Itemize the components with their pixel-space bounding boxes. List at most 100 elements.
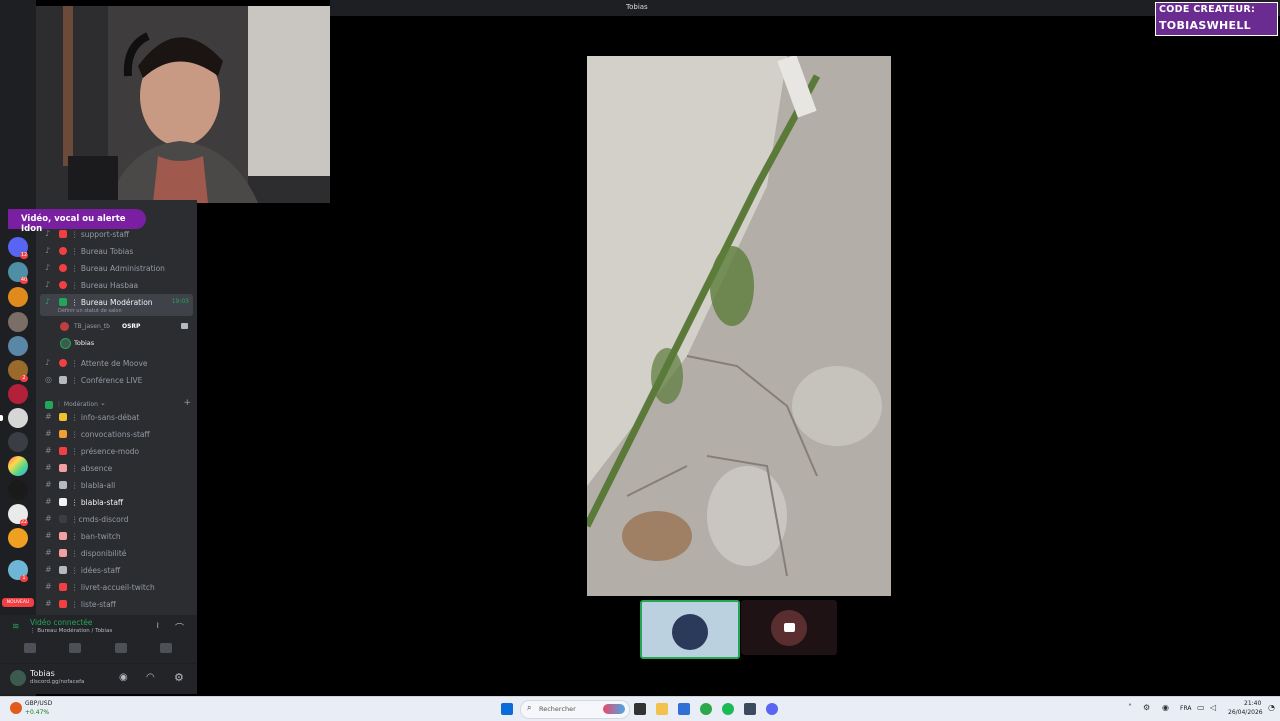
member-name: Tobias bbox=[74, 339, 95, 347]
store-icon[interactable] bbox=[678, 703, 690, 715]
activities-icon[interactable] bbox=[115, 643, 127, 653]
windows-start-icon[interactable] bbox=[501, 703, 513, 715]
soundboard-icon[interactable] bbox=[160, 643, 172, 653]
clock-time[interactable]: 21:40 bbox=[1244, 700, 1261, 707]
server-badge: 2 bbox=[20, 375, 28, 382]
microphone-icon[interactable]: ◉ bbox=[119, 672, 128, 683]
hash-icon: # bbox=[45, 531, 52, 540]
chevron-up-icon[interactable]: ˄ bbox=[1128, 703, 1132, 712]
microphone-icon[interactable]: ◉ bbox=[1162, 703, 1169, 712]
channel-item[interactable]: # ⋮ ban-twitch bbox=[36, 528, 197, 544]
server-badge: 22 bbox=[20, 519, 28, 526]
screen-share-icon[interactable] bbox=[69, 643, 81, 653]
language-indicator[interactable]: FRA bbox=[1180, 705, 1191, 712]
channel-item[interactable]: # ⋮ info-sans-débat bbox=[36, 409, 197, 425]
channel-item[interactable]: # ⋮ convocations-staff bbox=[36, 426, 197, 442]
channel-status-link[interactable]: Définir un statut de salon bbox=[58, 308, 122, 314]
hash-icon: # bbox=[45, 582, 52, 591]
channel-item[interactable]: # ⋮cmds-discord bbox=[36, 511, 197, 527]
channel-item[interactable]: # ⋮ présence-modo bbox=[36, 443, 197, 459]
user-status: discord.gg/nofacefa bbox=[30, 679, 85, 685]
hash-icon: # bbox=[45, 429, 52, 438]
avatar[interactable] bbox=[10, 670, 26, 686]
alert-banner-text: Vidéo, vocal ou alerte Idon bbox=[21, 214, 126, 234]
channel-item[interactable]: ♪ ⋮ Bureau Administration bbox=[36, 260, 197, 276]
channel-item[interactable]: ♪ ⋮ Attente de Moove bbox=[36, 355, 197, 371]
app-icon[interactable] bbox=[744, 703, 756, 715]
server-icon[interactable] bbox=[8, 456, 28, 476]
voice-icon: ♪ bbox=[45, 263, 51, 272]
channel-emoji-icon bbox=[59, 430, 67, 438]
camera-icon bbox=[181, 323, 188, 329]
noise-suppression-icon[interactable]: ≀ bbox=[156, 621, 159, 631]
user-panel: Tobias discord.gg/nofacefa ◉ ◠ ⚙ bbox=[0, 663, 197, 694]
hash-icon: # bbox=[45, 565, 52, 574]
add-channel-icon[interactable]: + bbox=[183, 398, 191, 408]
search-box[interactable]: ⌕ Rechercher bbox=[520, 700, 630, 719]
category-emoji-icon bbox=[45, 401, 53, 409]
camera-off-icon[interactable] bbox=[24, 643, 36, 653]
member-tag: OSRP bbox=[122, 323, 141, 330]
stocks-icon[interactable] bbox=[10, 702, 22, 714]
category-label: ⋮ Modération bbox=[56, 401, 98, 408]
channel-item[interactable]: # ⋮ blabla-all bbox=[36, 477, 197, 493]
channel-item[interactable]: # ⋮ absence bbox=[36, 460, 197, 476]
new-badge: NOUVEAU bbox=[2, 598, 34, 607]
server-icon[interactable] bbox=[8, 528, 28, 548]
creator-code-label: CODE CREATEUR: bbox=[1159, 4, 1256, 15]
channel-label: livret-accueil-twitch bbox=[80, 583, 155, 592]
notification-icon[interactable]: ◔ bbox=[1268, 703, 1275, 712]
spotify-icon[interactable] bbox=[722, 703, 734, 715]
volume-icon[interactable]: ◁ bbox=[1210, 703, 1216, 712]
channel-label: blabla-staff bbox=[80, 498, 124, 507]
channel-label: idées-staff bbox=[80, 566, 121, 575]
clock-date[interactable]: 26/04/2026 bbox=[1228, 709, 1263, 716]
channel-label: liste-staff bbox=[80, 600, 116, 609]
channel-item[interactable]: # ⋮ idées-staff bbox=[36, 562, 197, 578]
hash-icon: # bbox=[45, 514, 52, 523]
channel-item[interactable]: # ⋮ liste-staff bbox=[36, 596, 197, 612]
headphones-icon[interactable]: ◠ bbox=[146, 672, 155, 683]
title-bar: Tobias bbox=[330, 0, 1280, 16]
channel-item[interactable]: ◎ ⋮ Conférence LIVE bbox=[36, 372, 197, 388]
participant-tile-selected[interactable] bbox=[640, 600, 740, 659]
creator-code-value: TOBIASWHELL bbox=[1159, 19, 1251, 32]
settings-icon[interactable]: ⚙ bbox=[1143, 703, 1150, 712]
channel-timer: 19:03 bbox=[171, 298, 189, 305]
channel-item[interactable]: ♪ ⋮ Bureau Hasbaa bbox=[36, 277, 197, 293]
voice-location[interactable]: ⋮ Bureau Modération / Tobias bbox=[30, 628, 112, 634]
channel-emoji-icon bbox=[59, 447, 67, 455]
channel-item[interactable]: # ⋮ blabla-staff bbox=[36, 494, 197, 510]
server-icon[interactable] bbox=[8, 312, 28, 332]
channel-label: Bureau Administration bbox=[80, 264, 165, 273]
channel-label: Conférence LIVE bbox=[80, 376, 143, 385]
gear-icon[interactable]: ⚙ bbox=[174, 671, 184, 684]
server-icon[interactable] bbox=[8, 408, 28, 428]
server-icon[interactable] bbox=[8, 287, 28, 307]
voice-member[interactable]: Tobias bbox=[36, 335, 197, 351]
discord-icon[interactable] bbox=[766, 703, 778, 715]
disconnect-icon[interactable]: ⌒ bbox=[175, 621, 184, 634]
stage-icon: ◎ bbox=[45, 375, 52, 384]
file-explorer-icon[interactable] bbox=[656, 703, 668, 715]
channel-item[interactable]: # ⋮ disponibilité bbox=[36, 545, 197, 561]
voice-member[interactable]: TB_jasen_tb OSRP bbox=[36, 319, 197, 335]
windows-taskbar: GBP/USD +0.47% ⌕ Rechercher ˄ ⚙ ◉ FRA ▭ … bbox=[0, 696, 1280, 721]
shared-video-stream[interactable] bbox=[583, 54, 891, 596]
participant-tile[interactable] bbox=[741, 600, 837, 655]
channel-label: disponibilité bbox=[80, 549, 127, 558]
chevron-down-icon: ⌄ bbox=[100, 399, 106, 407]
channel-item[interactable]: # ⋮ livret-accueil-twitch bbox=[36, 579, 197, 595]
server-icon[interactable] bbox=[8, 384, 28, 404]
server-icon[interactable] bbox=[8, 432, 28, 452]
chrome-icon[interactable] bbox=[700, 703, 712, 715]
server-icon[interactable] bbox=[8, 480, 28, 500]
ticker-value: +0.47% bbox=[25, 709, 50, 716]
channel-item-active[interactable]: ♪ ⋮ Bureau Modération 19:03 Définir un s… bbox=[40, 294, 193, 316]
task-view-icon[interactable] bbox=[634, 703, 646, 715]
channel-item[interactable]: ♪ ⋮ Bureau Tobias bbox=[36, 243, 197, 259]
network-icon[interactable]: ▭ bbox=[1197, 703, 1205, 712]
channel-label: Bureau Modération bbox=[80, 298, 153, 307]
server-icon[interactable] bbox=[8, 336, 28, 356]
channel-emoji-icon bbox=[59, 583, 67, 591]
